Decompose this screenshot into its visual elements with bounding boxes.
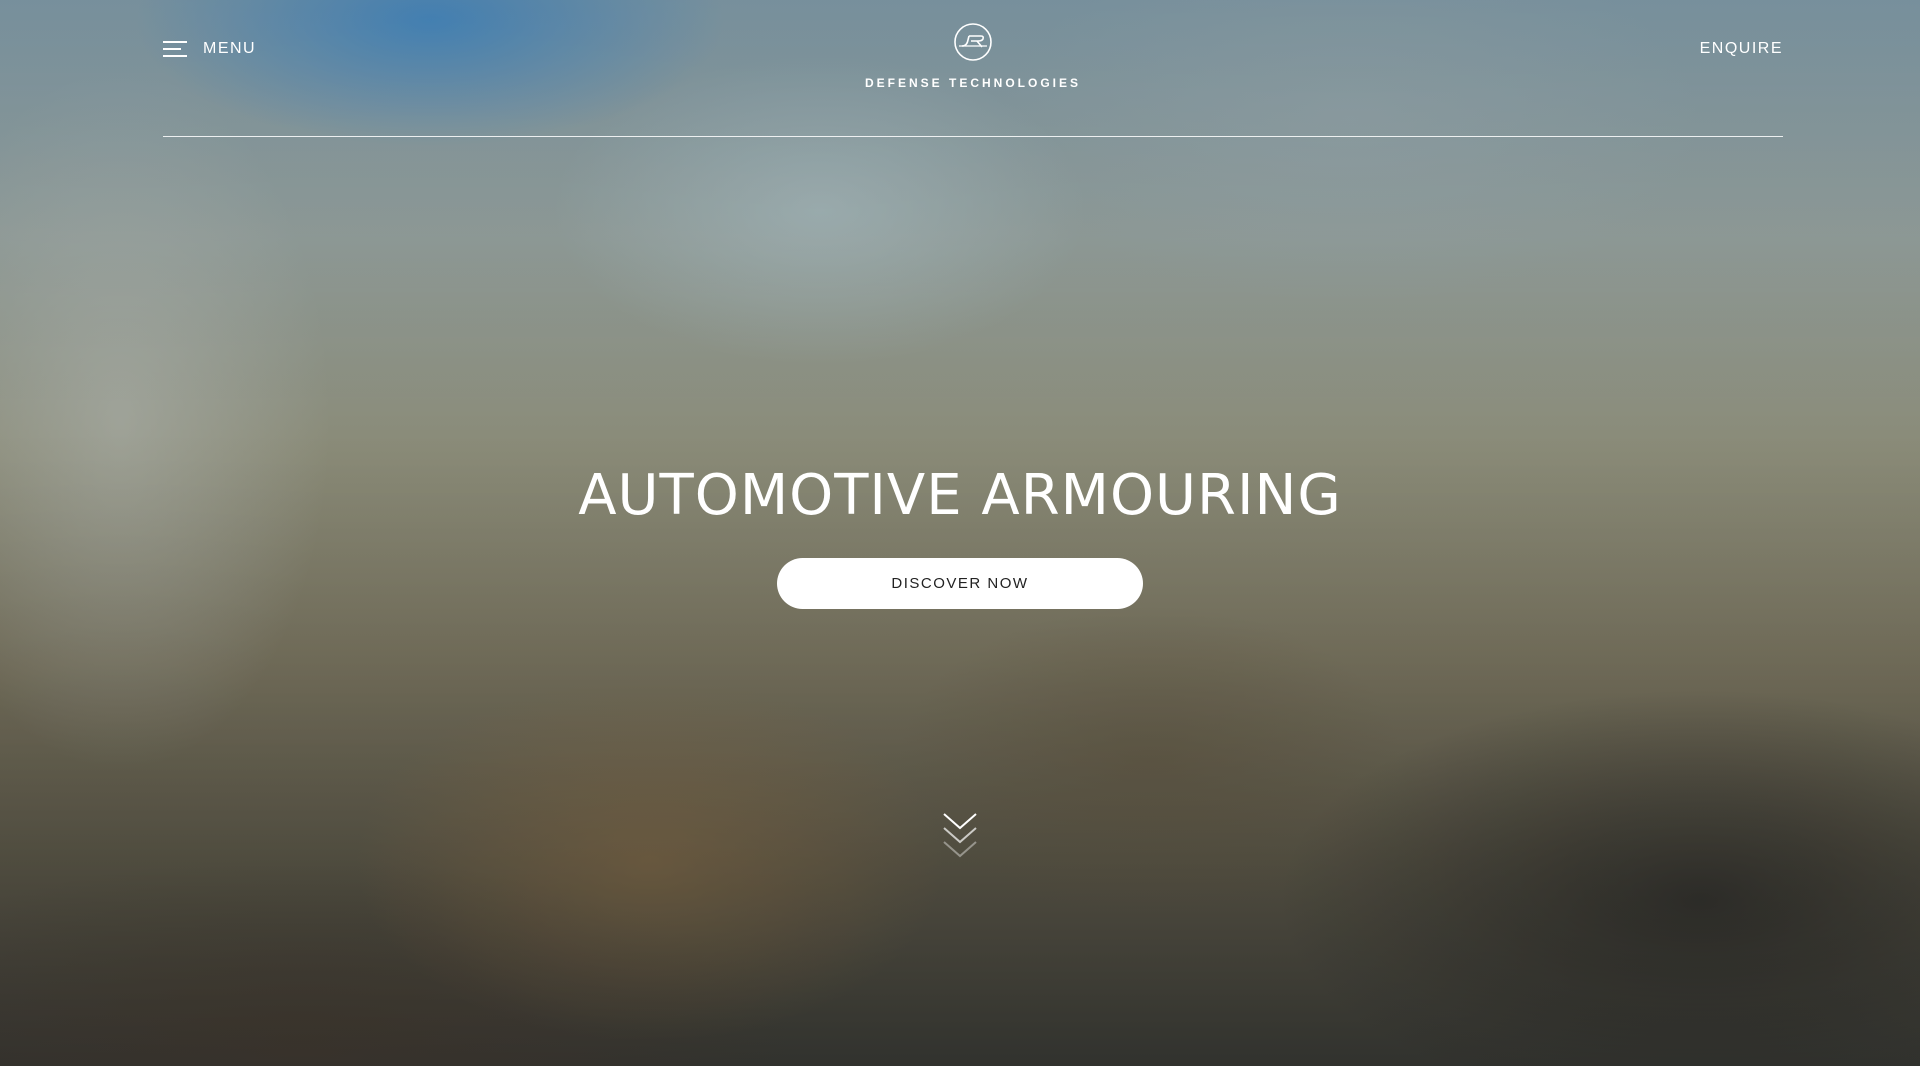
menu-button[interactable]: MENU bbox=[163, 40, 256, 58]
jr-logo-icon bbox=[954, 23, 992, 61]
brand-logo-link[interactable]: DEFENSE TECHNOLOGIES bbox=[865, 22, 1081, 90]
hero-section: AUTOMOTIVE ARMOURING DISCOVER NOW bbox=[0, 463, 1920, 609]
hero-title: AUTOMOTIVE ARMOURING bbox=[578, 463, 1342, 528]
hamburger-icon bbox=[163, 41, 187, 57]
menu-label: MENU bbox=[203, 40, 257, 57]
site-header: MENU DEFENSE TECHNOLOGIES ENQUIRE bbox=[163, 0, 1783, 137]
discover-now-button[interactable]: DISCOVER NOW bbox=[777, 558, 1143, 609]
enquire-link[interactable]: ENQUIRE bbox=[1700, 40, 1783, 58]
chevrons-down-icon[interactable] bbox=[942, 812, 978, 862]
brand-name: DEFENSE TECHNOLOGIES bbox=[864, 76, 1082, 90]
